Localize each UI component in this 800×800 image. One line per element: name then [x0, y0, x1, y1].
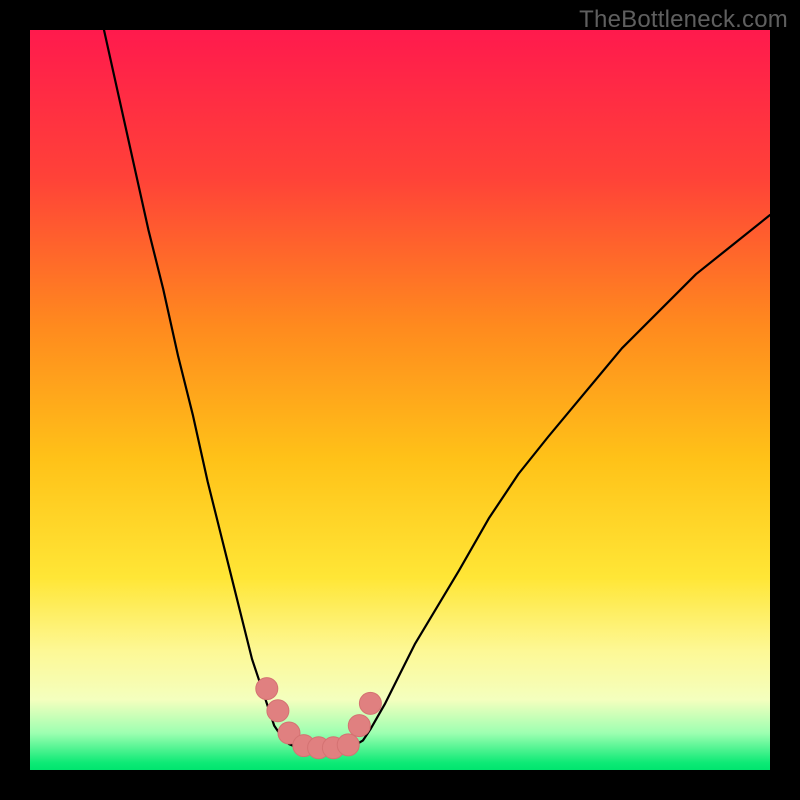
- watermark-text: TheBottleneck.com: [579, 6, 788, 34]
- curve-markers: [256, 678, 382, 759]
- chart-frame: TheBottleneck.com: [0, 0, 800, 800]
- marker-dot: [256, 678, 278, 700]
- bottleneck-curve: [104, 30, 770, 748]
- curve-layer: [30, 30, 770, 770]
- marker-dot: [337, 734, 359, 756]
- marker-dot: [348, 715, 370, 737]
- marker-dot: [267, 700, 289, 722]
- marker-dot: [359, 692, 381, 714]
- plot-area: [30, 30, 770, 770]
